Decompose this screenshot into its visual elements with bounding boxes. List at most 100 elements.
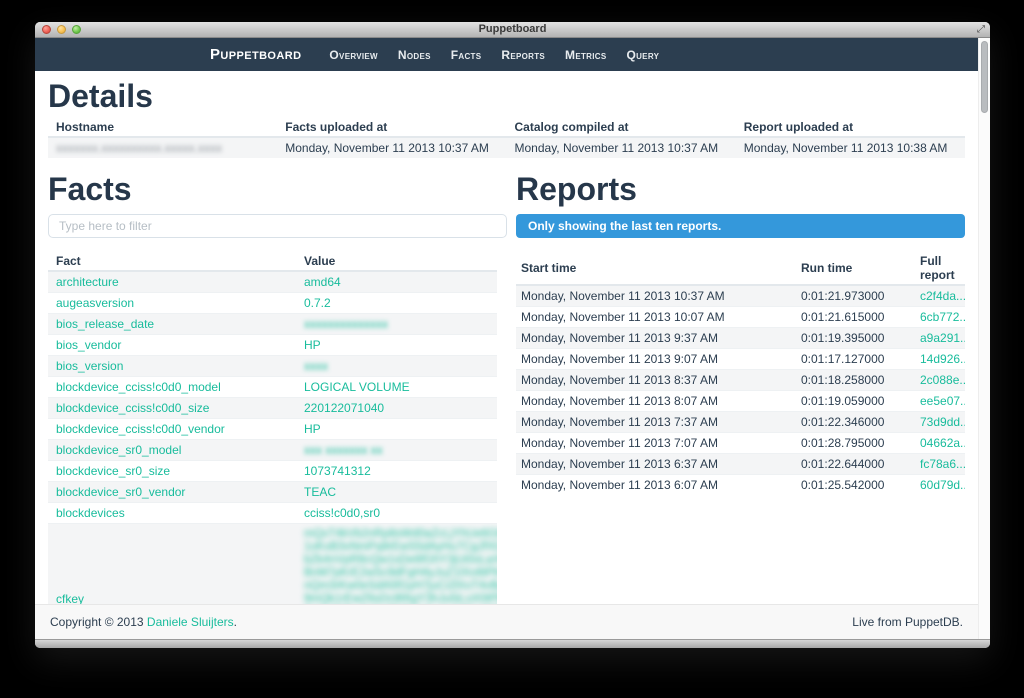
facts-filter-input[interactable] [48,214,507,238]
report-full-link[interactable]: 04662a... [920,436,965,450]
fact-link[interactable]: bios_release_date [56,317,154,331]
window-bottom-bar [35,639,990,648]
report-full-link[interactable]: a9a291... [920,331,965,345]
fact-name-cell: blockdevices [48,503,296,524]
fact-link[interactable]: blockdevice_sr0_vendor [56,485,185,499]
fullscreen-icon[interactable]: ⤢ [977,23,985,37]
report-run-time: 0:01:18.258000 [793,370,912,391]
fact-link[interactable]: architecture [56,275,119,289]
nav-item-facts[interactable]: Facts [441,48,492,62]
fact-value-link[interactable]: amd64 [304,275,341,289]
report-full-link[interactable]: 73d9dd... [920,415,965,429]
report-full-link[interactable]: 60d79d... [920,478,965,492]
nav-item-overview[interactable]: Overview [319,48,387,62]
fact-link[interactable]: augeasversion [56,296,134,310]
report-full-link[interactable]: fc78a6... [920,457,965,471]
details-section: Details Hostname Facts uploaded at Catal… [48,80,965,158]
report-hash-cell: fc78a6... [912,454,965,475]
report-hash-cell: 14d926... [912,349,965,370]
report-start-time: Monday, November 11 2013 6:37 AM [516,454,793,475]
fact-link[interactable]: blockdevice_cciss!c0d0_model [56,380,221,394]
redacted-value-block: mQxT4kVb2nRp8sWd0aZcLjYhUe6GtFi1oKxB3vNm… [304,527,497,604]
report-full-link[interactable]: c2f4da... [920,289,965,303]
fact-value-link[interactable]: cciss!c0d0,sr0 [304,506,380,520]
minimize-button[interactable] [57,25,66,34]
fact-row: bios_version xxxx [48,356,497,377]
report-full-link[interactable]: 14d926... [920,352,965,366]
fact-value-link[interactable]: 0.7.2 [304,296,331,310]
fact-name-cell: blockdevice_cciss!c0d0_vendor [48,419,296,440]
report-row: Monday, November 11 2013 6:07 AM0:01:25.… [516,475,965,496]
nav-item-nodes[interactable]: Nodes [388,48,441,62]
fact-value-cell: xxxxxxxxxxxxxx [296,314,497,335]
page: Puppetboard Overview Nodes Facts Reports… [35,38,978,639]
fact-name-cell: blockdevice_cciss!c0d0_model [48,377,296,398]
fact-name-cell: blockdevice_sr0_model [48,440,296,461]
report-full-link[interactable]: ee5e07... [920,394,965,408]
report-run-time: 0:01:25.542000 [793,475,912,496]
fact-value-cell: 0.7.2 [296,293,497,314]
fact-link[interactable]: bios_version [56,359,123,373]
navbar-brand[interactable]: Puppetboard [210,46,301,63]
fact-value-link[interactable]: LOGICAL VOLUME [304,380,410,394]
fact-value-link[interactable]: HP [304,338,321,352]
scrollbar-thumb[interactable] [981,41,988,113]
report-row: Monday, November 11 2013 10:37 AM0:01:21… [516,285,965,307]
window-titlebar[interactable]: Puppetboard ⤢ [35,22,990,38]
facts-heading: Facts [48,173,507,205]
catalog-compiled-cell: Monday, November 11 2013 10:37 AM [507,137,736,158]
reports-col-start-time: Start time [516,251,793,285]
report-run-time: 0:01:28.795000 [793,433,912,454]
report-row: Monday, November 11 2013 8:07 AM0:01:19.… [516,391,965,412]
reports-table-body: Monday, November 11 2013 10:37 AM0:01:21… [516,285,965,495]
report-full-link[interactable]: 6cb772... [920,310,965,324]
nav-item-query[interactable]: Query [616,48,669,62]
nav-item-metrics[interactable]: Metrics [555,48,616,62]
fact-link[interactable]: blockdevice_cciss!c0d0_vendor [56,422,225,436]
report-row: Monday, November 11 2013 9:07 AM0:01:17.… [516,349,965,370]
report-start-time: Monday, November 11 2013 8:37 AM [516,370,793,391]
fact-row: augeasversion 0.7.2 [48,293,497,314]
fact-row: blockdevice_cciss!c0d0_size 220122071040 [48,398,497,419]
fact-value-link[interactable]: HP [304,422,321,436]
fact-link[interactable]: blockdevice_sr0_size [56,464,170,478]
report-hash-cell: 73d9dd... [912,412,965,433]
copyright-author-link[interactable]: Daniele Sluijters [147,615,234,629]
fact-value-cell: mQxT4kVb2nRp8sWd0aZcLjYhUe6GtFi1oKxB3vNm… [296,524,497,605]
fact-value-cell: amd64 [296,271,497,293]
fact-name-cell: blockdevice_sr0_size [48,461,296,482]
fact-name-cell: blockdevice_sr0_vendor [48,482,296,503]
report-full-link[interactable]: 2c088e... [920,373,965,387]
fact-link[interactable]: blockdevices [56,506,125,520]
close-button[interactable] [42,25,51,34]
fact-link[interactable]: bios_vendor [56,338,121,352]
fact-row: cfkey mQxT4kVb2nRp8sWd0aZcLjYhUe6GtFi1oKx… [48,524,497,605]
zoom-button[interactable] [72,25,81,34]
report-hash-cell: ee5e07... [912,391,965,412]
fact-value-link[interactable]: 220122071040 [304,401,384,415]
report-hash-cell: c2f4da... [912,285,965,307]
fact-name-cell: bios_vendor [48,335,296,356]
fact-value-link[interactable]: TEAC [304,485,336,499]
fact-value-cell: TEAC [296,482,497,503]
report-start-time: Monday, November 11 2013 9:07 AM [516,349,793,370]
details-col-hostname: Hostname [48,117,277,137]
report-start-time: Monday, November 11 2013 8:07 AM [516,391,793,412]
fact-value-cell: xxxx [296,356,497,377]
facts-col-value: Value [296,251,497,271]
fact-link[interactable]: blockdevice_cciss!c0d0_size [56,401,209,415]
report-hash-cell: 6cb772... [912,307,965,328]
facts-uploaded-cell: Monday, November 11 2013 10:37 AM [277,137,506,158]
report-start-time: Monday, November 11 2013 6:07 AM [516,475,793,496]
fact-value-link[interactable]: 1073741312 [304,464,371,478]
copyright-suffix: . [234,615,237,629]
fact-link[interactable]: cfkey [56,592,84,604]
scrollbar-track[interactable] [978,38,990,639]
report-start-time: Monday, November 11 2013 9:37 AM [516,328,793,349]
facts-col-fact: Fact [48,251,296,271]
fact-row: blockdevice_sr0_size 1073741312 [48,461,497,482]
reports-col-full-report: Full report [912,251,965,285]
fact-link[interactable]: blockdevice_sr0_model [56,443,181,457]
nav-item-reports[interactable]: Reports [491,48,555,62]
fact-row: blockdevice_sr0_vendor TEAC [48,482,497,503]
